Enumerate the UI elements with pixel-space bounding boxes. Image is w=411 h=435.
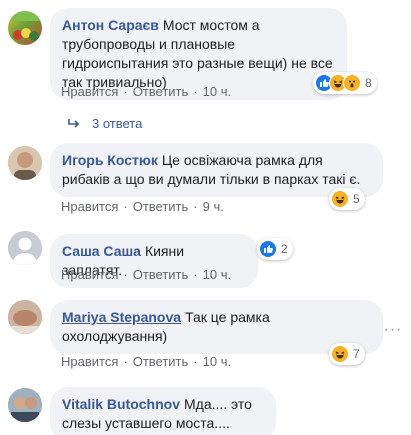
comment-author[interactable]: Vitalik Butochnov bbox=[62, 396, 180, 412]
wow-icon bbox=[343, 74, 361, 92]
haha-icon bbox=[331, 345, 349, 363]
comment-actions: Нравится · Ответить · 10 ч. bbox=[61, 267, 232, 282]
like-link[interactable]: Нравится bbox=[61, 267, 118, 282]
avatar-image bbox=[8, 146, 42, 180]
like-link[interactable]: Нравится bbox=[61, 84, 118, 99]
like-icon bbox=[259, 240, 277, 258]
avatar-image bbox=[8, 11, 42, 41]
avatar-image bbox=[8, 300, 42, 334]
comment-actions: Нравится · Ответить · 10 ч. bbox=[61, 84, 232, 99]
reaction-summary[interactable]: 5 bbox=[329, 188, 365, 210]
timestamp[interactable]: 10 ч. bbox=[203, 84, 231, 99]
avatar[interactable] bbox=[8, 300, 42, 334]
timestamp[interactable]: 10 ч. bbox=[203, 354, 231, 369]
reaction-count: 2 bbox=[281, 242, 288, 256]
reaction-count: 7 bbox=[353, 347, 360, 361]
replies-count: 3 ответа bbox=[92, 116, 143, 131]
view-replies-link[interactable]: 3 ответа bbox=[68, 116, 142, 131]
comment-author[interactable]: Антон Сараєв bbox=[62, 17, 159, 33]
comment-actions: Нравится · Ответить · 9 ч. bbox=[61, 199, 224, 214]
reaction-summary[interactable]: 8 bbox=[313, 72, 377, 94]
timestamp[interactable]: 9 ч. bbox=[203, 199, 224, 214]
comment-actions: Нравится · Ответить · 10 ч. bbox=[61, 354, 232, 369]
comment-author[interactable]: Саша Саша bbox=[62, 243, 141, 259]
reaction-count: 8 bbox=[365, 76, 372, 90]
comment-bubble: Vitalik Butochnov Мда.... это слезы устав… bbox=[50, 387, 276, 435]
avatar-image bbox=[8, 388, 42, 422]
timestamp[interactable]: 10 ч. bbox=[203, 267, 231, 282]
reaction-summary[interactable]: 2 bbox=[257, 238, 293, 260]
like-link[interactable]: Нравится bbox=[61, 354, 118, 369]
like-link[interactable]: Нравится bbox=[61, 199, 118, 214]
reply-link[interactable]: Ответить bbox=[133, 84, 189, 99]
reply-arrow-icon bbox=[68, 116, 80, 131]
avatar[interactable] bbox=[8, 11, 42, 45]
reply-link[interactable]: Ответить bbox=[133, 267, 189, 282]
default-avatar-icon bbox=[8, 231, 42, 265]
reply-link[interactable]: Ответить bbox=[133, 354, 189, 369]
reaction-count: 5 bbox=[353, 192, 360, 206]
avatar[interactable] bbox=[8, 146, 42, 180]
haha-icon bbox=[331, 190, 349, 208]
more-options-icon[interactable]: ··· bbox=[383, 320, 403, 340]
avatar[interactable] bbox=[8, 388, 42, 422]
comment-author[interactable]: Игорь Костюк bbox=[62, 152, 158, 168]
reply-link[interactable]: Ответить bbox=[133, 199, 189, 214]
comment-author[interactable]: Mariya Stepanova bbox=[62, 309, 181, 325]
reaction-summary[interactable]: 7 bbox=[329, 343, 365, 365]
avatar[interactable] bbox=[8, 231, 42, 265]
